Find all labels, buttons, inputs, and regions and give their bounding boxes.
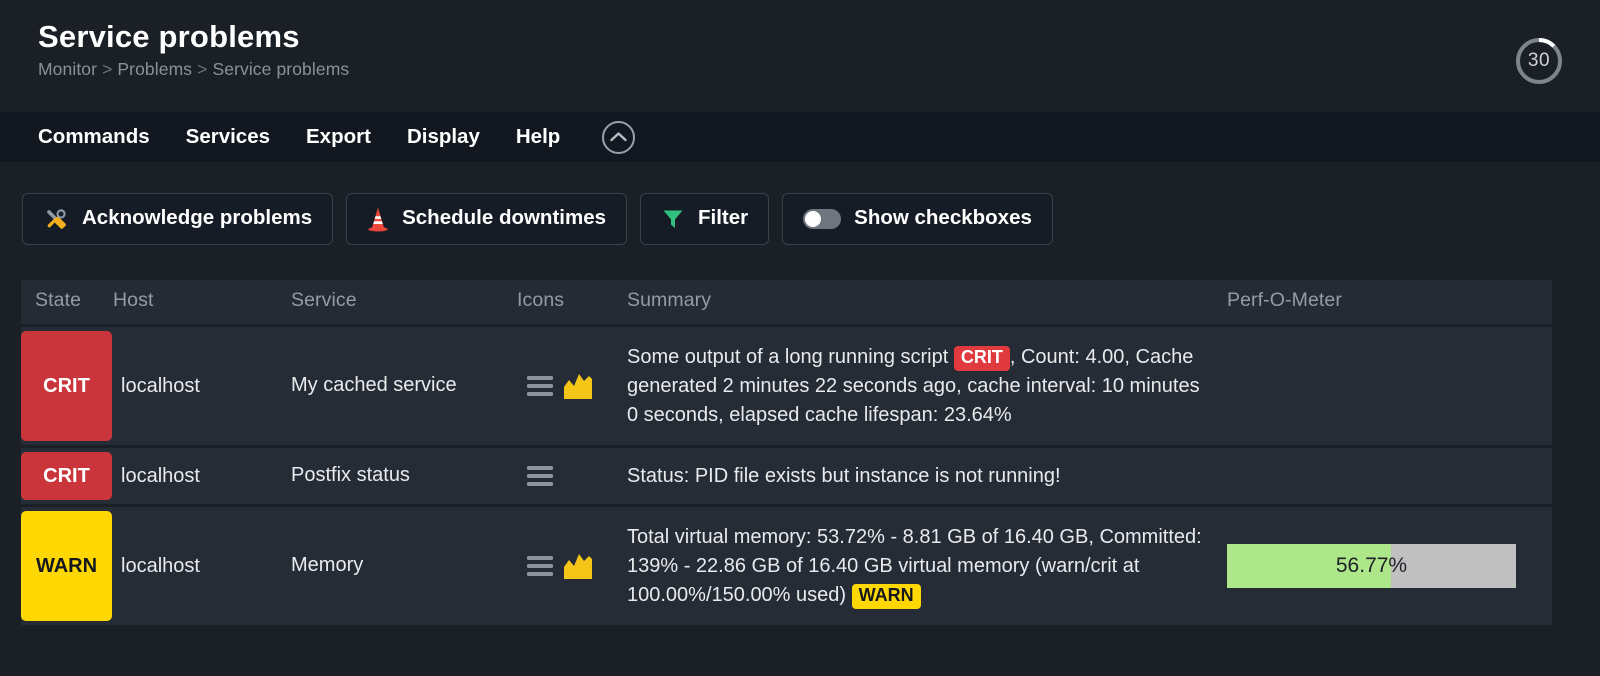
service-link[interactable]: My cached service [291, 366, 517, 406]
service-link[interactable]: Postfix status [291, 456, 517, 496]
breadcrumb-item-monitor[interactable]: Monitor [38, 59, 97, 79]
toggle-knob [805, 210, 822, 227]
table-header-row: State Host Service Icons Summary Perf-O-… [21, 280, 1552, 324]
breadcrumb: Monitor > Problems > Service problems [38, 59, 1600, 80]
hammer-wrench-icon [43, 206, 69, 232]
menu-item-display[interactable]: Display [407, 125, 506, 149]
menu-item-help[interactable]: Help [516, 125, 586, 149]
cell-icons [517, 448, 627, 504]
breadcrumb-separator: > [102, 59, 113, 80]
column-header-state[interactable]: State [21, 280, 113, 324]
summary-part-text: Some output of a long running script [627, 345, 954, 368]
toggle-switch-off-icon[interactable] [803, 208, 842, 229]
icons-group [517, 552, 627, 580]
summary-text: Total virtual memory: 53.72% - 8.81 GB o… [627, 513, 1227, 620]
cell-host: localhost [113, 507, 291, 625]
column-header-summary[interactable]: Summary [627, 280, 1227, 324]
table-head: State Host Service Icons Summary Perf-O-… [21, 280, 1552, 324]
breadcrumb-item-service-problems[interactable]: Service problems [212, 59, 349, 79]
filter-button[interactable]: Filter [640, 192, 770, 245]
column-header-service[interactable]: Service [291, 280, 517, 324]
refresh-countdown-value: 30 [1527, 50, 1551, 71]
cell-perf-o-meter: 56.77% [1227, 507, 1552, 625]
cell-summary: Total virtual memory: 53.72% - 8.81 GB o… [627, 507, 1227, 625]
acknowledge-problems-button[interactable]: Acknowledge problems [22, 192, 334, 245]
show-checkboxes-button[interactable]: Show checkboxes [782, 192, 1053, 245]
icons-group [517, 465, 627, 487]
cell-host: localhost [113, 448, 291, 504]
cell-service: My cached service [291, 327, 517, 445]
traffic-cone-icon [367, 206, 389, 232]
summary-text: Some output of a long running script CRI… [627, 333, 1227, 440]
filter-label: Filter [698, 206, 749, 230]
host-link[interactable]: localhost [113, 549, 291, 584]
summary-text: Status: PID file exists but instance is … [627, 452, 1227, 501]
summary-status-badge: WARN [851, 583, 921, 610]
hamburger-icon[interactable] [527, 375, 553, 397]
host-link[interactable]: localhost [113, 369, 291, 404]
service-problems-table: State Host Service Icons Summary Perf-O-… [21, 277, 1552, 628]
cell-state: CRIT [21, 327, 113, 445]
page-title: Service problems [38, 19, 300, 54]
cell-state: CRIT [21, 448, 113, 504]
cell-perf-o-meter [1227, 327, 1552, 445]
breadcrumb-item-problems[interactable]: Problems [117, 59, 192, 79]
cell-summary: Status: PID file exists but instance is … [627, 448, 1227, 504]
cell-icons [517, 327, 627, 445]
cell-service: Memory [291, 507, 517, 625]
status-badge[interactable]: CRIT [21, 331, 112, 441]
service-link[interactable]: Memory [291, 546, 517, 586]
menu-item-export[interactable]: Export [306, 125, 397, 149]
cell-icons [517, 507, 627, 625]
column-header-icons[interactable]: Icons [517, 280, 627, 324]
acknowledge-problems-label: Acknowledge problems [82, 206, 313, 230]
cell-host: localhost [113, 327, 291, 445]
cell-state: WARN [21, 507, 113, 625]
show-checkboxes-label: Show checkboxes [854, 206, 1032, 230]
status-badge[interactable]: WARN [21, 511, 112, 621]
cell-service: Postfix status [291, 448, 517, 504]
column-header-host[interactable]: Host [113, 280, 291, 324]
table-row[interactable]: CRIT localhost Postfix status Status: PI… [21, 448, 1552, 504]
cell-perf-o-meter [1227, 448, 1552, 504]
icons-group [517, 372, 627, 400]
table-body: CRIT localhost My cached service Some ou… [21, 327, 1552, 625]
graph-icon[interactable] [563, 552, 593, 580]
hamburger-icon[interactable] [527, 465, 553, 487]
breadcrumb-separator: > [197, 59, 208, 80]
table-row[interactable]: CRIT localhost My cached service Some ou… [21, 327, 1552, 445]
funnel-icon [661, 207, 685, 231]
summary-part-text: Status: PID file exists but instance is … [627, 464, 1061, 487]
perf-o-meter-bar[interactable]: 56.77% [1227, 544, 1516, 588]
cell-summary: Some output of a long running script CRI… [627, 327, 1227, 445]
schedule-downtimes-button[interactable]: Schedule downtimes [346, 192, 628, 245]
graph-icon[interactable] [563, 372, 593, 400]
problems-table-wrap: State Host Service Icons Summary Perf-O-… [0, 250, 1600, 628]
hamburger-icon[interactable] [527, 555, 553, 577]
status-badge[interactable]: CRIT [21, 452, 112, 500]
action-toolbar: Acknowledge problems Schedule downtimes … [0, 162, 1600, 250]
schedule-downtimes-label: Schedule downtimes [402, 206, 607, 230]
perf-o-meter-value: 56.77% [1335, 554, 1408, 577]
menu-item-services[interactable]: Services [186, 125, 296, 149]
chevron-up-icon [610, 132, 627, 142]
page-header: Service problems Monitor > Problems > Servic… [0, 0, 1600, 112]
menu-bar: Commands Services Export Display Help [0, 112, 1600, 162]
refresh-countdown[interactable]: 30 [1512, 34, 1566, 88]
host-link[interactable]: localhost [113, 459, 291, 494]
menu-item-commands[interactable]: Commands [38, 125, 176, 149]
collapse-menu-button[interactable] [602, 120, 636, 154]
summary-status-badge: CRIT [953, 345, 1010, 372]
column-header-perf-o-meter[interactable]: Perf-O-Meter [1227, 280, 1552, 324]
table-row[interactable]: WARN localhost Memory Total virtual memo… [21, 507, 1552, 625]
